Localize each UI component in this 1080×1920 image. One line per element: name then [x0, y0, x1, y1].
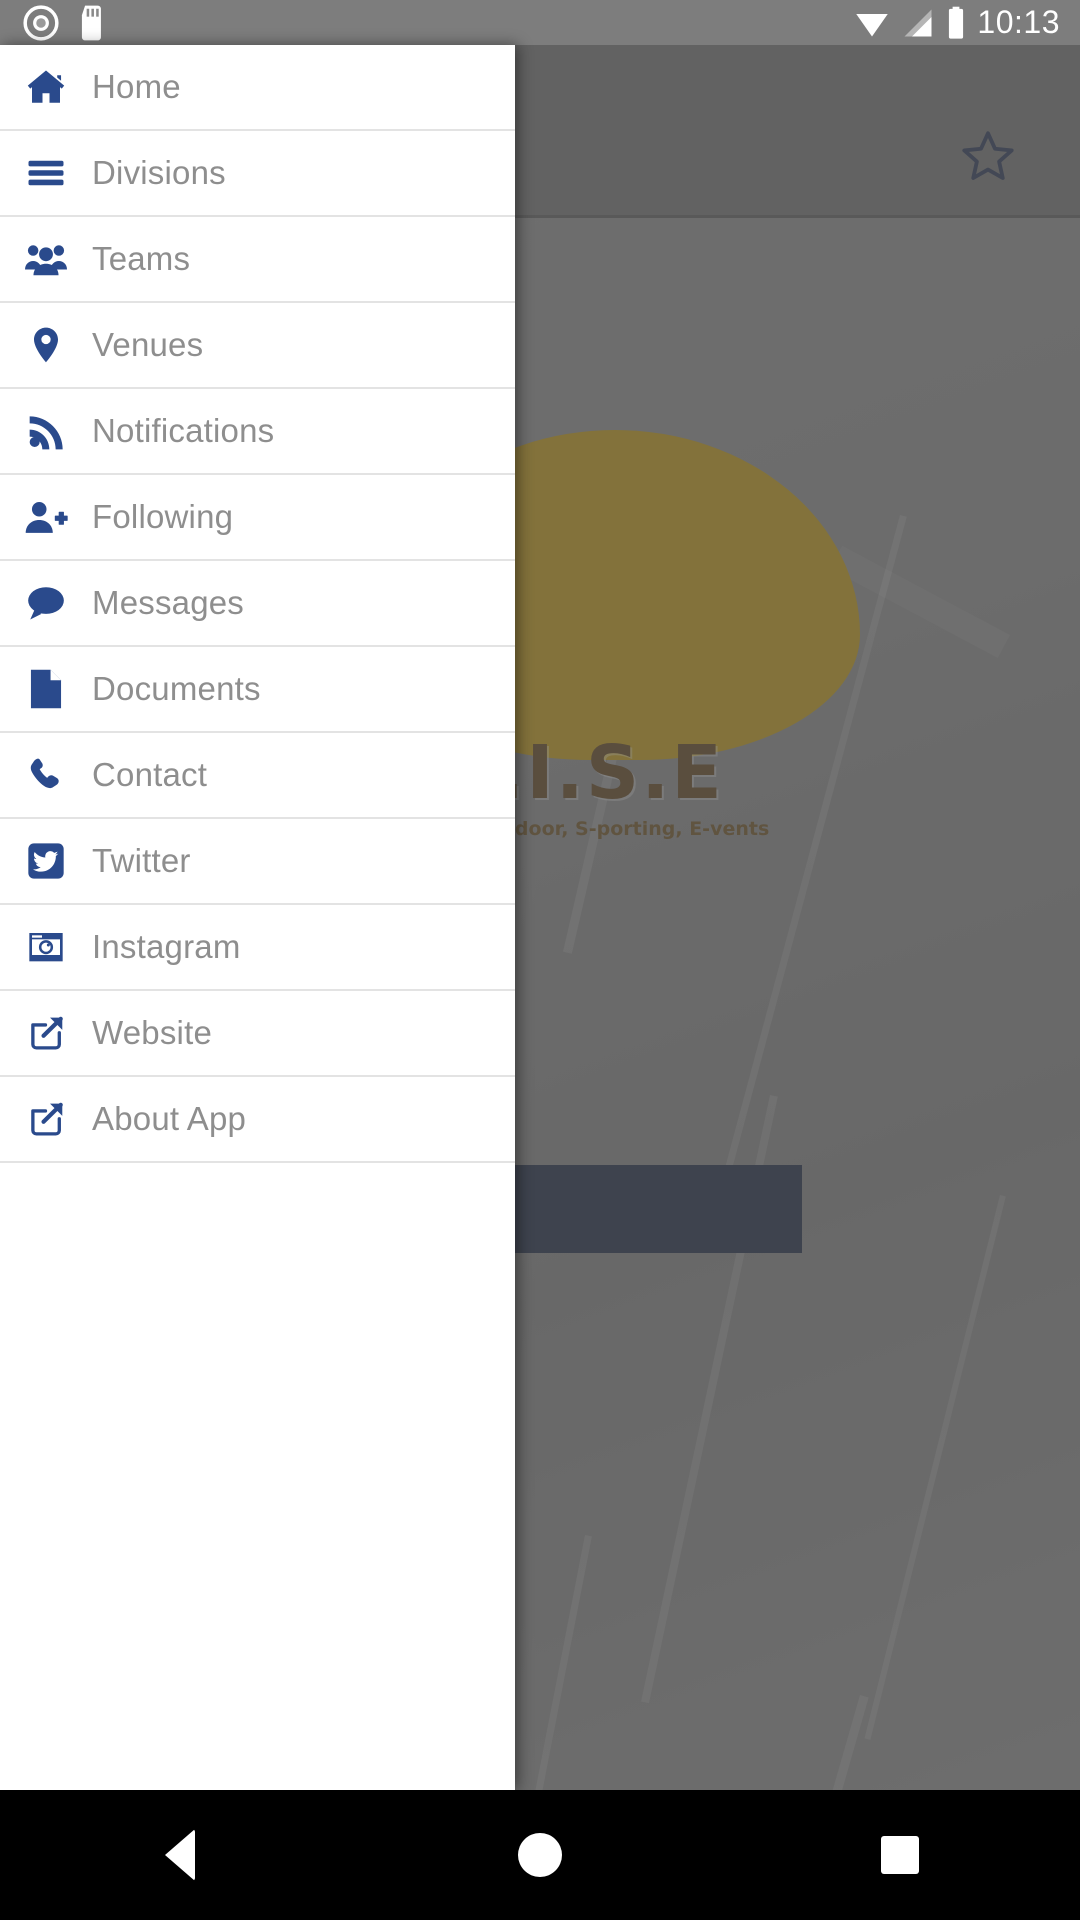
drawer-item-twitter[interactable]: Twitter: [0, 819, 515, 905]
instagram-camera-icon: [0, 927, 92, 967]
android-navigation-bar: [0, 1790, 1080, 1920]
drawer-item-home[interactable]: Home: [0, 45, 515, 131]
home-icon: [0, 66, 92, 108]
nav-home-button[interactable]: [360, 1790, 720, 1920]
drawer-item-label: Twitter: [92, 842, 191, 879]
drawer-item-label: Website: [92, 1014, 213, 1051]
chat-bubble-icon: [0, 583, 92, 623]
user-plus-icon: [0, 496, 92, 538]
rss-feed-icon: [0, 411, 92, 451]
document-icon: [0, 668, 92, 710]
external-link-icon: [0, 1098, 92, 1140]
drawer-item-about-app[interactable]: About App: [0, 1077, 515, 1163]
drawer-item-label: Following: [92, 498, 234, 535]
drawer-item-messages[interactable]: Messages: [0, 561, 515, 647]
phone-icon: [0, 755, 92, 795]
wifi-icon: [856, 13, 889, 36]
drawer-item-divisions[interactable]: Divisions: [0, 131, 515, 217]
external-link-icon: [0, 1012, 92, 1054]
sd-card-icon: [81, 5, 101, 40]
battery-icon: [949, 6, 964, 39]
recents-square-icon: [881, 1836, 919, 1874]
cell-signal-icon: [904, 9, 932, 36]
drawer-item-website[interactable]: Website: [0, 991, 515, 1077]
nav-recents-button[interactable]: [720, 1790, 1080, 1920]
drawer-item-following[interactable]: Following: [0, 475, 515, 561]
drawer-item-label: Divisions: [92, 154, 226, 191]
drawer-item-label: Home: [92, 68, 181, 105]
disc-icon: [23, 4, 59, 41]
drawer-item-label: Documents: [92, 670, 261, 707]
status-bar: 10:13: [0, 0, 1080, 45]
back-triangle-icon: [165, 1829, 195, 1881]
phone-screen: .I.S.E at, I-ndoor, S-porting, E-vents: [0, 0, 1080, 1920]
nav-back-button[interactable]: [0, 1790, 360, 1920]
map-pin-icon: [0, 325, 92, 365]
drawer-item-label: Messages: [92, 584, 245, 621]
drawer-item-teams[interactable]: Teams: [0, 217, 515, 303]
drawer-item-contact[interactable]: Contact: [0, 733, 515, 819]
drawer-item-label: About App: [92, 1100, 247, 1137]
drawer-item-label: Contact: [92, 756, 208, 793]
list-bars-icon: [0, 152, 92, 194]
navigation-drawer[interactable]: Home Divisions Teams Venues Notification…: [0, 45, 515, 1790]
drawer-item-label: Instagram: [92, 928, 241, 965]
users-group-icon: [0, 237, 92, 281]
drawer-item-documents[interactable]: Documents: [0, 647, 515, 733]
status-bar-clock: 10:13: [977, 4, 1060, 40]
twitter-icon: [0, 841, 92, 881]
drawer-item-label: Teams: [92, 240, 191, 277]
drawer-item-label: Venues: [92, 326, 204, 363]
home-circle-icon: [518, 1833, 562, 1877]
drawer-item-label: Notifications: [92, 412, 275, 449]
drawer-item-notifications[interactable]: Notifications: [0, 389, 515, 475]
drawer-item-venues[interactable]: Venues: [0, 303, 515, 389]
drawer-menu-list: Home Divisions Teams Venues Notification…: [0, 45, 515, 1163]
drawer-item-instagram[interactable]: Instagram: [0, 905, 515, 991]
